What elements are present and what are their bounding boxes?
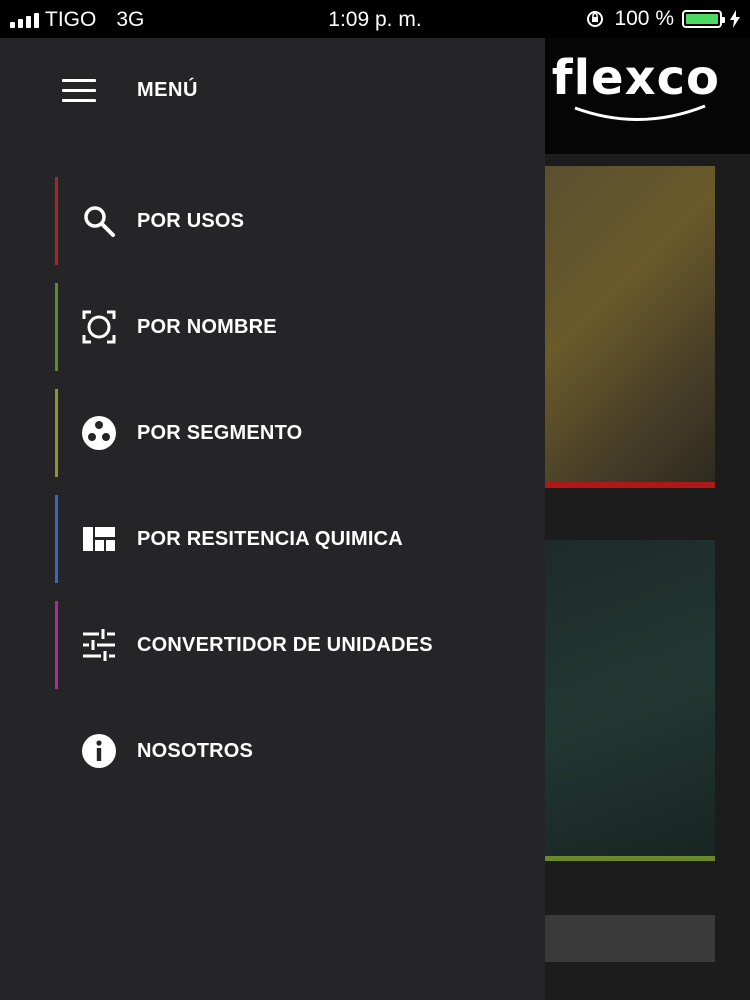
battery-icon (682, 10, 725, 28)
sliders-icon (83, 629, 115, 661)
category-card-2-bar (545, 856, 715, 861)
accent-bar (55, 283, 58, 371)
menu-item-por-usos[interactable]: POR USOS (55, 177, 535, 265)
accent-bar (55, 389, 58, 477)
status-bar: TIGO 3G 1:09 p. m. 100 % (0, 0, 750, 38)
category-card-1-bar (545, 482, 715, 488)
accent-bar (55, 177, 58, 265)
menu-item-nosotros[interactable]: NOSOTROS (55, 707, 535, 795)
logo-swoosh-icon (574, 104, 706, 121)
scan-frame-icon (82, 310, 116, 344)
dashboard-grid-icon (83, 527, 115, 551)
info-icon (82, 734, 116, 768)
charging-bolt-icon (730, 10, 740, 28)
battery-fill (686, 14, 718, 24)
menu-item-por-resitencia-quimica[interactable]: POR RESITENCIA QUIMICA (55, 495, 535, 583)
menu-item-label: POR NOMBRE (137, 316, 277, 338)
menu-item-por-segmento[interactable]: POR SEGMENTO (55, 389, 535, 477)
menu-title: MENÚ (137, 79, 198, 101)
menu-item-label: CONVERTIDOR DE UNIDADES (137, 634, 433, 656)
category-card-2[interactable] (545, 540, 715, 858)
accent-bar (55, 601, 58, 689)
accent-bar (55, 495, 58, 583)
search-icon (84, 206, 115, 237)
menu-item-convertidor-de-unidades[interactable]: CONVERTIDOR DE UNIDADES (55, 601, 535, 689)
status-right: 100 % (584, 7, 740, 31)
battery-percent: 100 % (614, 7, 674, 30)
category-card-1[interactable] (545, 166, 715, 484)
menu-item-label: POR SEGMENTO (137, 422, 303, 444)
menu-item-label: POR RESITENCIA QUIMICA (137, 528, 403, 550)
segment-circle-icon (82, 416, 116, 450)
menu-item-label: POR USOS (137, 210, 245, 232)
category-card-3[interactable] (545, 915, 715, 962)
orientation-lock-icon (587, 11, 604, 27)
menu-item-por-nombre[interactable]: POR NOMBRE (55, 283, 535, 371)
drawer-header: MENÚ (0, 38, 545, 142)
hamburger-menu-icon[interactable] (62, 79, 96, 103)
navigation-drawer: MENÚ POR USOS POR NOMBRE POR SEGMENTO PO… (0, 38, 545, 1000)
menu-item-label: NOSOTROS (137, 740, 254, 762)
flexco-logo: flexco (551, 50, 720, 106)
